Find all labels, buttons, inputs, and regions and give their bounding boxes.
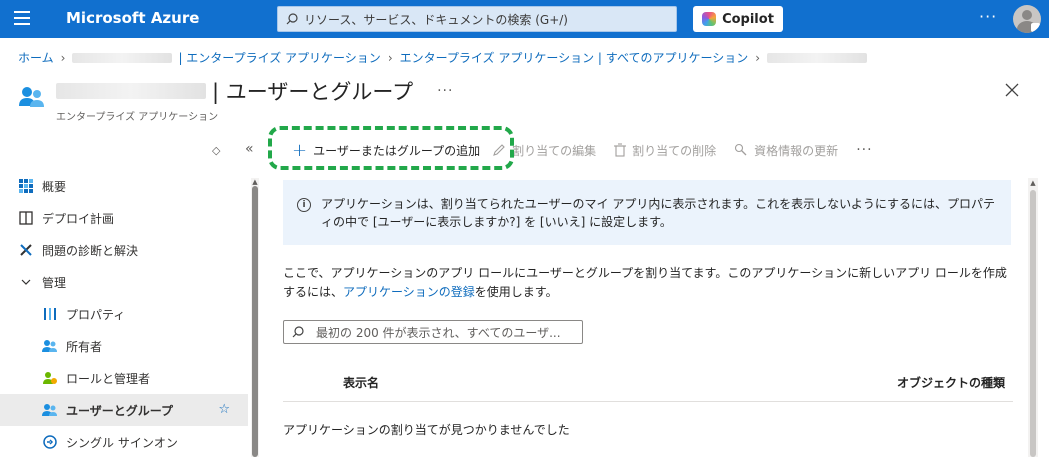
users-groups-icon: [42, 402, 58, 418]
more-options-icon[interactable]: ···: [979, 7, 997, 26]
sidebar-item-label: 問題の診断と解決: [42, 243, 139, 258]
trash-icon: [614, 143, 627, 157]
collapse-sidebar-icon[interactable]: «: [245, 141, 254, 157]
sidebar-item-label: ロールと管理者: [66, 371, 151, 386]
chevron-right-icon: ›: [60, 50, 66, 65]
close-icon[interactable]: [1004, 82, 1020, 98]
search-icon: [292, 326, 304, 338]
sidebar-item-properties[interactable]: プロパティ: [0, 298, 248, 330]
sidebar-item-label: ユーザーとグループ: [66, 403, 174, 418]
page-title: | ユーザーとグループ: [212, 80, 414, 104]
key-search-icon: [734, 143, 748, 157]
sidebar-item-roles[interactable]: ロールと管理者: [0, 362, 248, 394]
command-bar: + ユーザーまたはグループの追加 割り当ての編集 割り当ての削除 資格情報の更新…: [270, 138, 873, 162]
favorite-star-icon[interactable]: ☆: [218, 402, 230, 417]
chevron-down-icon: [18, 274, 34, 290]
remove-assignment-button[interactable]: 割り当ての削除: [614, 142, 716, 159]
page-subtitle: エンタープライズ アプリケーション: [56, 112, 219, 123]
hamburger-menu-icon[interactable]: [14, 11, 30, 25]
filter-placeholder: 最初の 200 件が表示され、すべてのユーザ...: [316, 325, 561, 340]
copilot-button[interactable]: Copilot: [693, 6, 783, 32]
copilot-label: Copilot: [722, 11, 774, 27]
info-banner: i アプリケーションは、割り当てられたユーザーのマイ アプリ内に表示されます。こ…: [283, 180, 1011, 245]
roles-icon: [42, 370, 58, 386]
column-header-object-type[interactable]: オブジェクトの種類: [897, 374, 1005, 391]
top-bar: Microsoft Azure リソース、サービス、ドキュメントの検索 (G+/…: [0, 0, 1049, 38]
scrollbar-thumb[interactable]: [1030, 190, 1036, 457]
sidebar-nav: 概要 デプロイ計画 問題の診断と解決 管理 プロパティ 所有者 ロールと管理者 …: [0, 170, 248, 457]
lock-icon: [1031, 23, 1040, 32]
page-title-row: | ユーザーとグループ ···: [56, 76, 453, 106]
description-text-end: を使用します。: [474, 285, 558, 299]
chevron-right-icon: ›: [387, 50, 393, 65]
avatar[interactable]: [1013, 5, 1041, 33]
edit-assignment-label: 割り当ての編集: [512, 143, 597, 158]
avatar-head: [1022, 10, 1032, 20]
overview-grid-icon: [18, 178, 34, 194]
column-header-display-name[interactable]: 表示名: [343, 374, 379, 391]
redacted-app-name: [72, 52, 173, 63]
scroll-up-icon[interactable]: ▲: [1028, 178, 1038, 188]
breadcrumb-app[interactable]: | エンタープライズ アプリケーション: [178, 49, 380, 66]
table-header: 表示名 オブジェクトの種類: [283, 362, 1013, 402]
sidebar-item-label: デプロイ計画: [42, 211, 115, 226]
sidebar-item-sso[interactable]: シングル サインオン: [0, 426, 248, 457]
app-registration-link[interactable]: アプリケーションの登録: [343, 285, 475, 299]
sidebar-item-overview[interactable]: 概要: [0, 170, 248, 202]
empty-state-message: アプリケーションの割り当てが見つかりませんでした: [283, 423, 570, 437]
search-placeholder: リソース、サービス、ドキュメントの検索 (G+/): [304, 12, 568, 27]
properties-icon: [42, 306, 58, 322]
sidebar-item-label: 管理: [42, 275, 67, 290]
sidebar-scrollbar[interactable]: ▲: [251, 178, 259, 457]
redacted-app-name: [56, 83, 206, 99]
sidebar-item-users-groups[interactable]: ユーザーとグループ ☆: [0, 394, 248, 426]
expand-collapse-icon[interactable]: ◇: [212, 144, 220, 157]
book-icon: [18, 210, 34, 226]
chevron-right-icon: ›: [755, 50, 761, 65]
breadcrumb: ホーム › | エンタープライズ アプリケーション › エンタープライズ アプリ…: [18, 49, 868, 66]
remove-assignment-label: 割り当ての削除: [632, 143, 717, 158]
update-credentials-button[interactable]: 資格情報の更新: [734, 142, 838, 159]
sso-icon: [42, 434, 58, 450]
sidebar-controls: ◇ «: [212, 141, 254, 157]
scrollbar-thumb[interactable]: [252, 186, 258, 457]
add-user-group-button[interactable]: + ユーザーまたはグループの追加: [292, 140, 480, 161]
sidebar-group-manage[interactable]: 管理: [0, 266, 248, 298]
info-icon: i: [297, 198, 311, 212]
users-groups-icon: [18, 86, 46, 112]
sidebar-item-label: シングル サインオン: [66, 435, 178, 450]
sidebar-item-deploy-plan[interactable]: デプロイ計画: [0, 202, 248, 234]
redacted-app-name: [767, 52, 868, 63]
content-scrollbar[interactable]: ▲: [1028, 178, 1038, 457]
update-credentials-label: 資格情報の更新: [754, 143, 839, 158]
plus-icon: +: [292, 139, 308, 161]
user-filter-input[interactable]: 最初の 200 件が表示され、すべてのユーザ...: [283, 320, 583, 344]
sidebar-item-label: 概要: [42, 179, 67, 194]
more-commands-icon[interactable]: ···: [856, 142, 872, 158]
edit-assignment-button[interactable]: 割り当ての編集: [492, 142, 596, 159]
search-icon: [286, 13, 298, 25]
copilot-icon: [702, 12, 717, 26]
wrench-icon: [18, 242, 34, 258]
global-search-input[interactable]: リソース、サービス、ドキュメントの検索 (G+/): [277, 6, 677, 32]
add-user-group-label: ユーザーまたはグループの追加: [313, 143, 481, 158]
breadcrumb-all-apps[interactable]: エンタープライズ アプリケーション | すべてのアプリケーション: [400, 49, 749, 66]
description: ここで、アプリケーションのアプリ ロールにユーザーとグループを割り当てます。この…: [283, 264, 1013, 302]
more-actions-icon[interactable]: ···: [437, 83, 453, 99]
pencil-icon: [492, 143, 506, 157]
info-text: アプリケーションは、割り当てられたユーザーのマイ アプリ内に表示されます。これを…: [321, 197, 996, 229]
sidebar-item-label: 所有者: [66, 339, 103, 354]
owners-icon: [42, 338, 58, 354]
scroll-up-icon[interactable]: ▲: [251, 178, 259, 186]
brand-title[interactable]: Microsoft Azure: [66, 9, 199, 27]
sidebar-item-diagnose[interactable]: 問題の診断と解決: [0, 234, 248, 266]
sidebar-item-owners[interactable]: 所有者: [0, 330, 248, 362]
sidebar-item-label: プロパティ: [66, 307, 126, 322]
breadcrumb-home[interactable]: ホーム: [18, 49, 54, 66]
